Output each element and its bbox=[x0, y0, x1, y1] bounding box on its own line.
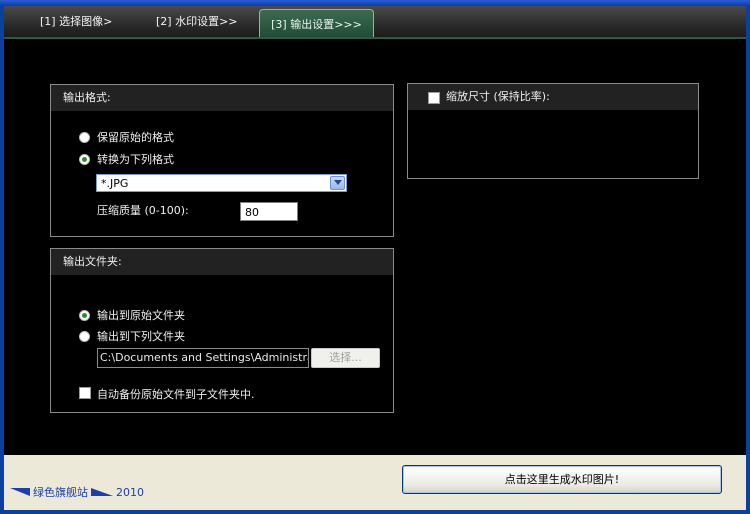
tab-select-image[interactable]: [1] 选择图像> bbox=[40, 12, 112, 34]
keep-format-label: 保留原始的格式 bbox=[97, 131, 174, 144]
bottom-bar: 绿色旗舰站 2010 点击这里生成水印图片! bbox=[4, 455, 746, 510]
tab-output-settings[interactable]: [3] 输出设置>>> bbox=[259, 9, 374, 38]
quality-value: 80 bbox=[245, 206, 259, 219]
quality-label: 压缩质量 (0-100): bbox=[97, 204, 189, 217]
folder-path-value: C:\Documents and Settings\Administrator\… bbox=[100, 351, 308, 364]
original-folder-label: 输出到原始文件夹 bbox=[97, 309, 185, 322]
brand-year: 2010 bbox=[116, 485, 144, 499]
resize-group: 缩放尺寸 (保持比率): bbox=[407, 83, 699, 179]
output-folder-group: 输出文件夹: 输出到原始文件夹 输出到下列文件夹 C:\Documents an… bbox=[50, 248, 394, 413]
resize-header: 缩放尺寸 (保持比率): bbox=[408, 84, 698, 110]
format-select[interactable]: *.JPG bbox=[96, 174, 347, 192]
folder-path-input[interactable]: C:\Documents and Settings\Administrator\… bbox=[97, 348, 309, 368]
custom-folder-radio[interactable] bbox=[79, 331, 90, 342]
format-select-value: *.JPG bbox=[101, 177, 129, 190]
brand-left-slash-icon bbox=[10, 488, 30, 496]
browse-folder-button[interactable]: 选择... bbox=[311, 348, 380, 368]
output-folder-title: 输出文件夹: bbox=[51, 249, 393, 275]
chevron-down-icon[interactable] bbox=[330, 176, 345, 190]
keep-format-radio[interactable] bbox=[79, 132, 90, 143]
convert-format-label: 转换为下列格式 bbox=[97, 153, 174, 166]
brand-right-slash-icon bbox=[91, 488, 113, 496]
main-frame: [1] 选择图像> [2] 水印设置>> [3] 输出设置>>> 输出格式: 保… bbox=[4, 6, 746, 510]
output-format-title: 输出格式: bbox=[51, 85, 393, 111]
resize-checkbox[interactable] bbox=[428, 92, 440, 104]
backup-checkbox[interactable] bbox=[79, 387, 91, 399]
output-format-group: 输出格式: 保留原始的格式 转换为下列格式 *.JPG 压缩质量 (0-100)… bbox=[50, 84, 394, 237]
custom-folder-label: 输出到下列文件夹 bbox=[97, 330, 185, 343]
tab-underline bbox=[4, 37, 746, 39]
generate-watermark-button[interactable]: 点击这里生成水印图片! bbox=[402, 465, 722, 494]
tab-bar: [1] 选择图像> [2] 水印设置>> [3] 输出设置>>> bbox=[4, 6, 746, 38]
brand-logo: 绿色旗舰站 2010 bbox=[10, 484, 144, 500]
brand-name: 绿色旗舰站 bbox=[33, 486, 88, 499]
backup-label: 自动备份原始文件到子文件夹中. bbox=[97, 388, 255, 401]
original-folder-radio[interactable] bbox=[79, 310, 90, 321]
convert-format-radio[interactable] bbox=[79, 154, 90, 165]
tab-watermark-settings[interactable]: [2] 水印设置>> bbox=[156, 12, 238, 34]
quality-input[interactable]: 80 bbox=[240, 202, 298, 221]
resize-label: 缩放尺寸 (保持比率): bbox=[446, 90, 550, 103]
